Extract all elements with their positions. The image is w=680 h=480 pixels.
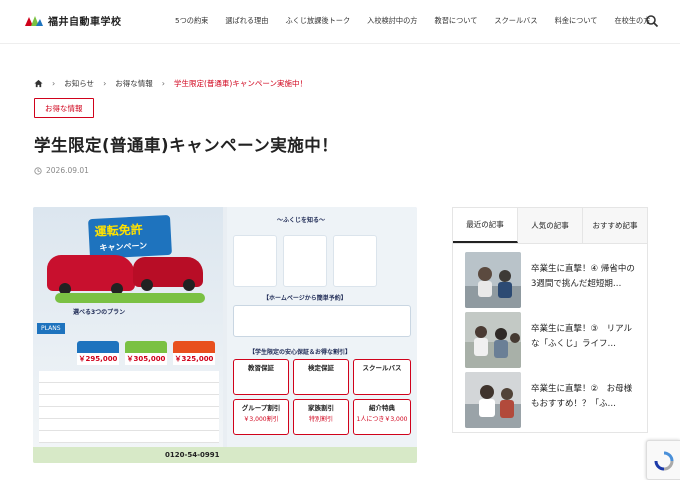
car-illustration [47, 255, 135, 295]
list-item[interactable]: 卒業生に直撃！③ リアルな「ふくじ」ライフ… [465, 312, 637, 368]
flyer-badge: グループ割引 ￥3,000割引 [233, 399, 289, 435]
flyer-tile [233, 235, 277, 287]
post-thumbnail [465, 372, 521, 428]
nav-item-fees[interactable]: 料金について [555, 16, 598, 26]
flyer-right-title: 〜ふくじを知る〜 [277, 217, 326, 224]
flyer-guarantee-title: 【学生限定の安心保証＆お得な割引】 [249, 349, 352, 356]
car-illustration [133, 257, 203, 291]
post-thumbnail [465, 312, 521, 368]
site-logo[interactable]: 福井自動車学校 [24, 13, 122, 28]
tab-recommended[interactable]: おすすめ記事 [583, 208, 647, 243]
plan-price: ￥325,000 [173, 353, 215, 365]
nav-item-reasons[interactable]: 選ばれる理由 [225, 16, 268, 26]
flyer-reserve-title: 【ホームページから簡単予約】 [263, 295, 347, 302]
chevron-right-icon: › [52, 79, 56, 88]
flyer-banner: 運転免許 キャンペーン [88, 214, 172, 260]
plan-price: ￥305,000 [125, 353, 167, 365]
flyer-badge: スクールバス [353, 359, 411, 395]
list-item[interactable]: 卒業生に直撃！④ 帰省中の3週間で挑んだ超短期… [465, 252, 637, 308]
plans-title: 選べる3つのプラン [73, 309, 126, 316]
page-title: 学生限定(普通車)キャンペーン実施中！ [34, 136, 339, 155]
flyer-tile [333, 235, 377, 287]
flyer-badge: 紹介特典 1人につき￥3,000 [353, 399, 411, 435]
flyer-badge: 検定保証 [293, 359, 349, 395]
recaptcha-icon [654, 451, 674, 471]
chevron-right-icon: › [103, 79, 107, 88]
home-icon[interactable] [34, 79, 43, 88]
flyer-left-panel: 運転免許 キャンペーン 選べる3つのプラン PLANS ￥295,000 ￥30… [33, 207, 223, 463]
flyer-reserve-box [233, 305, 411, 337]
category-tag[interactable]: お得な情報 [34, 98, 94, 118]
plan-table [39, 371, 219, 443]
flyer-banner-sub: キャンペーン [99, 241, 148, 253]
campaign-flyer-image[interactable]: 運転免許 キャンペーン 選べる3つのプラン PLANS ￥295,000 ￥30… [33, 207, 417, 463]
chevron-right-icon: › [161, 79, 165, 88]
tab-popular[interactable]: 人気の記事 [518, 208, 583, 243]
flyer-badge: 家族割引 特別割引 [293, 399, 349, 435]
recaptcha-badge[interactable] [646, 440, 680, 480]
nav-item-bus[interactable]: スクールバス [494, 16, 537, 26]
post-thumbnail [465, 252, 521, 308]
flyer-tile [283, 235, 327, 287]
list-item[interactable]: 卒業生に直撃！② お母様もおすすめ！？「ふ… [465, 372, 637, 428]
sidebar-post-tabs: 最近の記事 人気の記事 おすすめ記事 卒業生に直撃！④ 帰省中の3週間で挑んだ超… [452, 207, 648, 433]
breadcrumb-current: 学生限定(普通車)キャンペーン実施中！ [173, 79, 307, 88]
main-nav: 5つの約束 選ばれる理由 ふくじ放課後トーク 入校検討中の方 教習について スク… [175, 16, 667, 26]
flyer-green-bar [55, 293, 205, 303]
flyer-phone: 0120-54-0991 [165, 451, 220, 459]
nav-item-lessons[interactable]: 教習について [435, 16, 478, 26]
nav-item-promises[interactable]: 5つの約束 [175, 16, 208, 26]
search-icon[interactable] [645, 14, 659, 28]
flyer-banner-main: 運転免許 [94, 222, 143, 239]
nav-item-prospective[interactable]: 入校検討中の方 [367, 16, 417, 26]
logo-mark-icon [25, 15, 43, 26]
post-title: 卒業生に直撃！② お母様もおすすめ！？「ふ… [531, 384, 633, 409]
flyer-right-panel: 〜ふくじを知る〜 【ホームページから簡単予約】 【学生限定の安心保証＆お得な割引… [227, 207, 417, 463]
site-header: 福井自動車学校 5つの約束 選ばれる理由 ふくじ放課後トーク 入校検討中の方 教… [0, 0, 680, 44]
plans-label: PLANS [37, 323, 65, 334]
breadcrumb-item-news[interactable]: お知らせ [64, 78, 94, 89]
breadcrumb-item-deals[interactable]: お得な情報 [115, 78, 153, 89]
post-title: 卒業生に直撃！④ 帰省中の3週間で挑んだ超短期… [531, 264, 635, 289]
tab-recent[interactable]: 最近の記事 [453, 208, 518, 243]
post-title: 卒業生に直撃！③ リアルな「ふくじ」ライフ… [531, 324, 633, 349]
flyer-badge: 教習保証 [233, 359, 289, 395]
post-date: 2026.09.01 [34, 166, 89, 175]
sidebar-tabs: 最近の記事 人気の記事 おすすめ記事 [453, 208, 647, 244]
breadcrumb: › お知らせ › お得な情報 › 学生限定(普通車)キャンペーン実施中！ [34, 78, 307, 89]
plan-price: ￥295,000 [77, 353, 119, 365]
post-date-text: 2026.09.01 [46, 166, 89, 175]
nav-item-talk[interactable]: ふくじ放課後トーク [285, 16, 350, 26]
logo-text: 福井自動車学校 [48, 17, 122, 28]
clock-icon [34, 166, 42, 175]
flyer-footer [33, 447, 417, 463]
